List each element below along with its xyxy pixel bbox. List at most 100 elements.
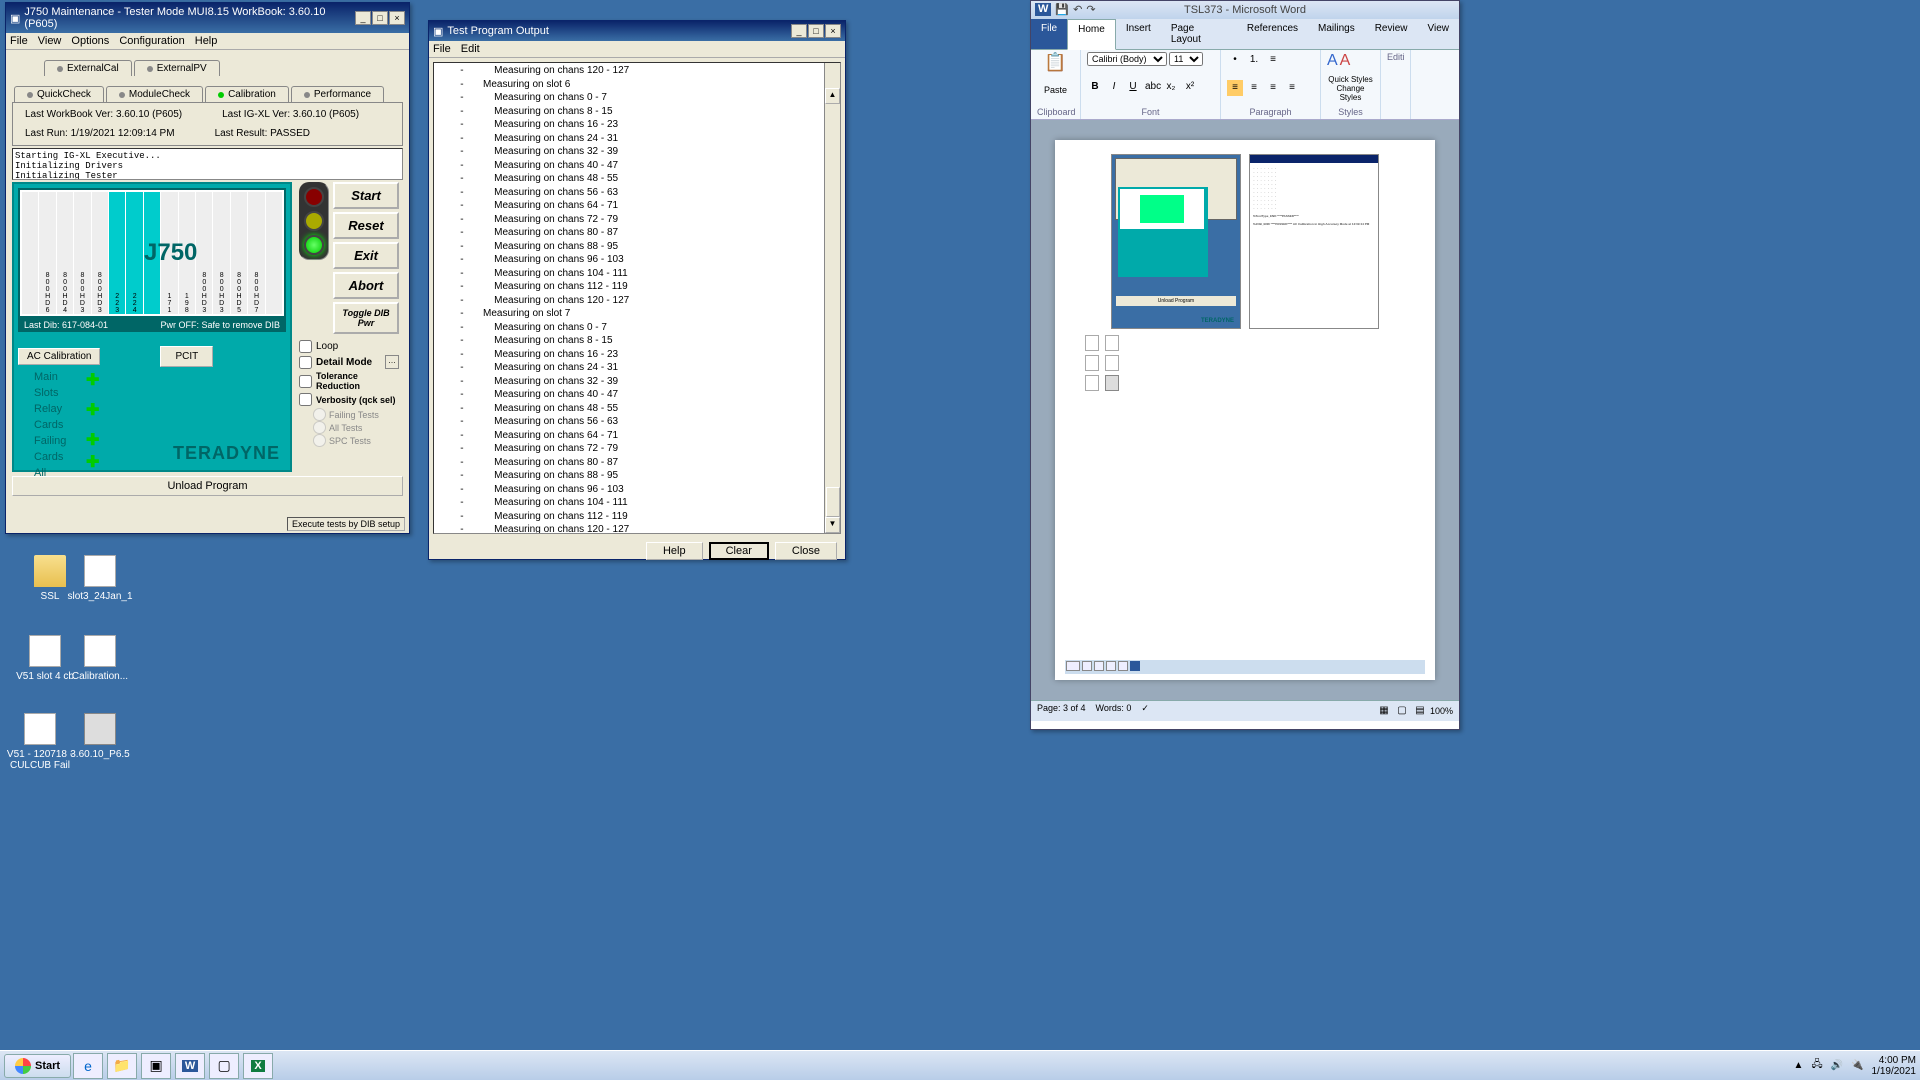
help-button[interactable]: Help [646, 542, 703, 560]
spellcheck-icon[interactable]: ✓ [1141, 703, 1149, 719]
save-icon[interactable]: 💾 [1055, 3, 1069, 16]
bold-icon[interactable]: B [1087, 79, 1103, 95]
loop-checkbox[interactable] [299, 340, 312, 353]
menu-file[interactable]: File [10, 35, 28, 47]
ac-calibration-button[interactable]: AC Calibration [18, 348, 100, 365]
detail-config-button[interactable]: … [385, 355, 399, 369]
strike-icon[interactable]: abc [1144, 79, 1160, 95]
titlebar[interactable]: W 💾 ↶ ↷ TSL373 - Microsoft Word [1031, 1, 1459, 19]
justify-icon[interactable]: ≡ [1284, 80, 1300, 96]
close-button[interactable]: × [389, 11, 405, 25]
menu-help[interactable]: Help [195, 35, 218, 47]
close-button[interactable]: Close [775, 542, 837, 560]
font-size-select[interactable]: 11 [1169, 52, 1203, 66]
plus-icon[interactable]: ✚ [86, 452, 99, 472]
multilevel-icon[interactable]: ≡ [1265, 52, 1281, 68]
align-right-icon[interactable]: ≡ [1265, 80, 1281, 96]
verbosity-checkbox[interactable] [299, 393, 312, 406]
tab-insert[interactable]: Insert [1116, 19, 1161, 49]
clear-button[interactable]: Clear [709, 542, 769, 560]
tab-mailings[interactable]: Mailings [1308, 19, 1365, 49]
task-j750[interactable]: ▣ [141, 1053, 171, 1079]
tab-performance[interactable]: Performance [291, 86, 384, 102]
desktop-icon-calibration[interactable]: Calibration... [65, 635, 135, 682]
close-button[interactable]: × [825, 24, 841, 38]
pcit-button[interactable]: PCIT [160, 346, 213, 367]
web-layout-icon[interactable]: ▤ [1412, 703, 1428, 719]
toggle-dib-pwr-button[interactable]: Toggle DIB Pwr [333, 302, 399, 334]
font-name-select[interactable]: Calibri (Body) [1087, 52, 1167, 66]
superscript-icon[interactable]: x² [1182, 79, 1198, 95]
tab-page-layout[interactable]: Page Layout [1161, 19, 1237, 49]
tab-references[interactable]: References [1237, 19, 1308, 49]
paste-icon[interactable]: 📋 [1037, 52, 1074, 73]
menu-options[interactable]: Options [71, 35, 109, 47]
titlebar[interactable]: ▣Test Program Output _ □ × [429, 21, 845, 41]
maximize-button[interactable]: □ [808, 24, 824, 38]
tray-network-icon[interactable]: 🖧 [1811, 1057, 1822, 1074]
align-center-icon[interactable]: ≡ [1246, 80, 1262, 96]
reset-button[interactable]: Reset [333, 212, 399, 239]
plus-icon[interactable]: ✚ [86, 370, 99, 390]
failing-tests-radio[interactable] [313, 408, 326, 421]
tolerance-checkbox[interactable] [299, 375, 312, 388]
task-ie[interactable]: e [73, 1053, 103, 1079]
menu-edit[interactable]: Edit [461, 43, 480, 55]
tray-volume-icon[interactable]: 🔊 [1831, 1060, 1843, 1071]
desktop-icon-slot3[interactable]: slot3_24Jan_1 [65, 555, 135, 602]
titlebar[interactable]: ▣J750 Maintenance - Tester Mode MUI8.15 … [6, 3, 409, 33]
tab-quickcheck[interactable]: QuickCheck [14, 86, 104, 102]
task-excel[interactable]: X [243, 1053, 273, 1079]
tab-externalpv[interactable]: ExternalPV [134, 60, 220, 76]
task-explorer[interactable]: 📁 [107, 1053, 137, 1079]
tab-externalcal[interactable]: ExternalCal [44, 60, 132, 76]
output-textarea[interactable]: - Measuring on chans 120 - 127 - Measuri… [433, 62, 841, 534]
scroll-down-button[interactable]: ▼ [825, 517, 840, 533]
tray-arrow-icon[interactable]: ▲ [1794, 1060, 1804, 1071]
all-tests-radio[interactable] [313, 421, 326, 434]
task-word[interactable]: W [175, 1053, 205, 1079]
tab-review[interactable]: Review [1365, 19, 1418, 49]
tab-home[interactable]: Home [1067, 19, 1116, 50]
tab-modulecheck[interactable]: ModuleCheck [106, 86, 203, 102]
full-screen-icon[interactable]: ▢ [1394, 703, 1410, 719]
tab-view[interactable]: View [1418, 19, 1460, 49]
desktop-icon-36010[interactable]: 3.60.10_P6.5 [65, 713, 135, 760]
menu-file[interactable]: File [433, 43, 451, 55]
scrollbar[interactable]: ▲ ▼ [824, 63, 840, 533]
start-button[interactable]: Start [4, 1054, 71, 1078]
scroll-up-button[interactable]: ▲ [825, 88, 840, 104]
redo-icon[interactable]: ↷ [1086, 3, 1095, 16]
exit-button[interactable]: Exit [333, 242, 399, 269]
subscript-icon[interactable]: x₂ [1163, 79, 1179, 95]
print-layout-icon[interactable]: ▦ [1376, 703, 1392, 719]
undo-icon[interactable]: ↶ [1073, 3, 1082, 16]
minimize-button[interactable]: _ [791, 24, 807, 38]
menu-configuration[interactable]: Configuration [119, 35, 184, 47]
plus-icon[interactable]: ✚ [86, 430, 99, 450]
change-styles-icon[interactable]: A [1340, 52, 1351, 70]
maximize-button[interactable]: □ [372, 11, 388, 25]
scroll-thumb[interactable] [826, 487, 840, 517]
underline-icon[interactable]: U [1125, 79, 1141, 95]
minimize-button[interactable]: _ [355, 11, 371, 25]
align-left-icon[interactable]: ≡ [1227, 80, 1243, 96]
bullets-icon[interactable]: • [1227, 52, 1243, 68]
plus-icon[interactable]: ✚ [86, 400, 99, 420]
clock[interactable]: 4:00 PM 1/19/2021 [1872, 1055, 1917, 1077]
task-window[interactable]: ▢ [209, 1053, 239, 1079]
tray-power-icon[interactable]: 🔌 [1851, 1060, 1863, 1071]
tab-file[interactable]: File [1031, 19, 1067, 49]
italic-icon[interactable]: I [1106, 79, 1122, 95]
start-button[interactable]: Start [333, 182, 399, 209]
quick-styles-icon[interactable]: A [1327, 52, 1338, 70]
menu-view[interactable]: View [38, 35, 62, 47]
detail-mode-checkbox[interactable] [299, 356, 312, 369]
numbering-icon[interactable]: 1. [1246, 52, 1262, 68]
abort-button[interactable]: Abort [333, 272, 399, 299]
tab-calibration[interactable]: Calibration [205, 86, 289, 102]
word-page-area[interactable]: TERADYNE Unload Program - - - - - - -- -… [1031, 120, 1459, 700]
spc-tests-radio[interactable] [313, 434, 326, 447]
log-output[interactable]: Starting IG-XL Executive... Initializing… [12, 148, 403, 180]
unload-program-button[interactable]: Unload Program [12, 476, 403, 496]
